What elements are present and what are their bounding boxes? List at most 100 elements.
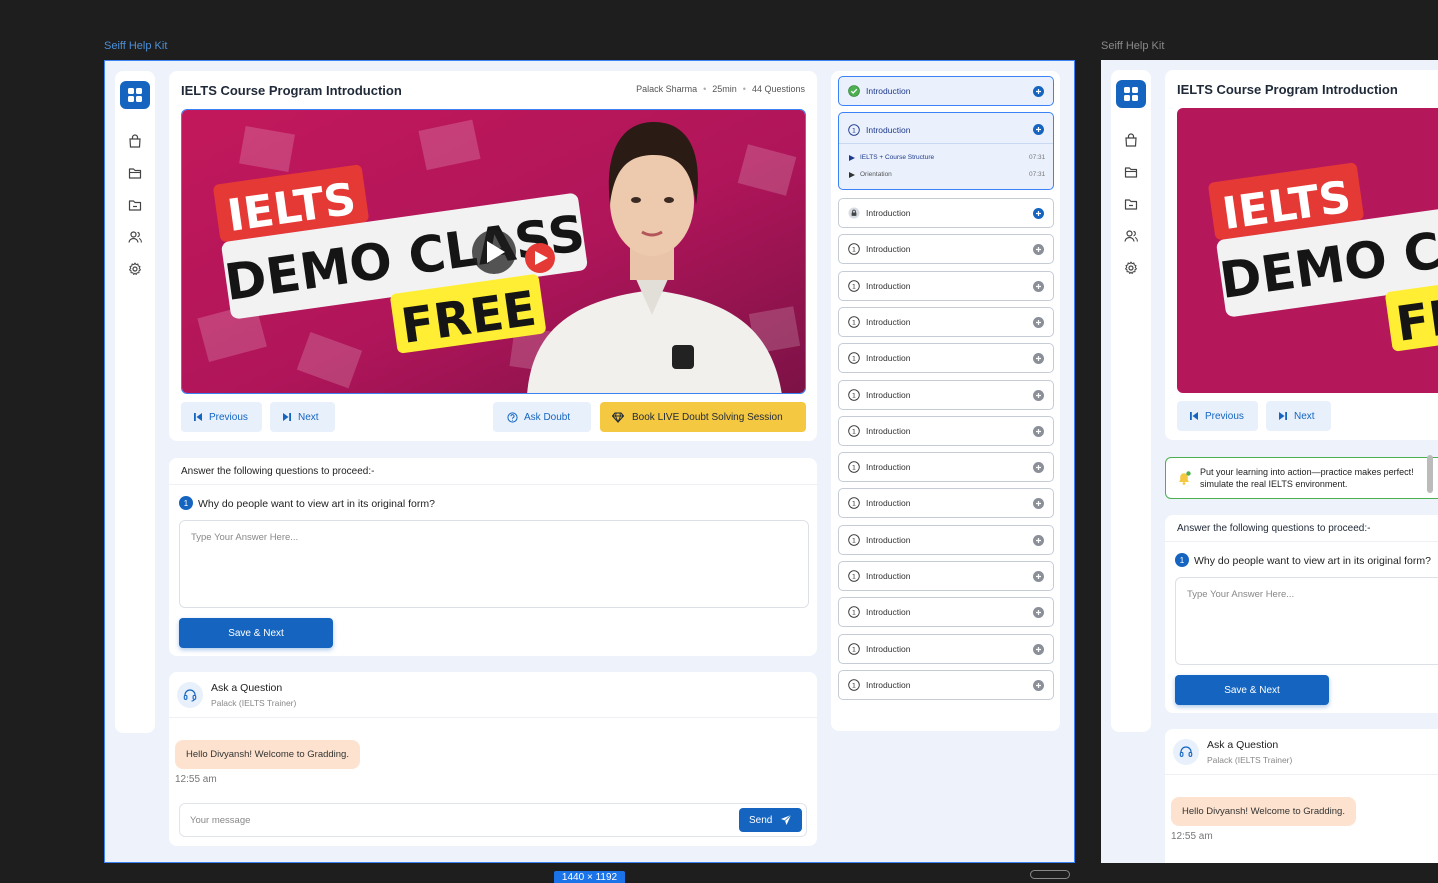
- question-text: Why do people want to view art in its or…: [1194, 555, 1431, 567]
- plus-circle-icon[interactable]: [1033, 208, 1044, 219]
- chat-title: Ask a Question: [211, 682, 283, 694]
- lesson-item[interactable]: 1 Introduction: [838, 343, 1054, 374]
- lesson-item-expanded[interactable]: 1 Introduction IELTS + Course Structure …: [838, 112, 1054, 190]
- lesson-item[interactable]: 1 Introduction: [838, 270, 1054, 301]
- plus-circle-icon[interactable]: [1033, 353, 1044, 365]
- answer-textarea[interactable]: Type Your Answer Here...: [179, 520, 809, 608]
- chat-message-bubble: Hello Divyansh! Welcome to Gradding.: [175, 740, 360, 769]
- folder-nav-button[interactable]: [1122, 163, 1140, 181]
- bag-icon: [129, 134, 141, 148]
- lesson-item[interactable]: 1 Introduction: [838, 234, 1054, 265]
- question-number-badge: 1: [1175, 553, 1189, 567]
- subitem-course-structure[interactable]: IELTS + Course Structure 07:31: [849, 154, 1045, 161]
- save-next-button[interactable]: Save & Next: [1175, 675, 1329, 705]
- users-nav-button[interactable]: [126, 228, 144, 246]
- svg-text:1: 1: [852, 318, 856, 326]
- lesson-item[interactable]: 1 Introduction: [838, 561, 1054, 591]
- users-nav-button[interactable]: [1122, 227, 1140, 245]
- svg-text:1: 1: [852, 282, 856, 290]
- dashboard-button[interactable]: [1116, 80, 1146, 108]
- quiz-prompt: Answer the following questions to procee…: [1177, 523, 1371, 534]
- plus-circle-icon[interactable]: [1033, 498, 1044, 510]
- plus-circle-icon[interactable]: [1033, 86, 1044, 97]
- chat-card: Ask a Question Palack (IELTS Trainer) He…: [169, 672, 817, 846]
- video-player[interactable]: IELTS DEMO CLASS FREE: [1177, 108, 1438, 393]
- lesson-item[interactable]: 1 Introduction: [838, 415, 1054, 446]
- skip-previous-icon: [194, 413, 202, 421]
- bag-nav-button[interactable]: [126, 132, 144, 150]
- svg-text:1: 1: [852, 463, 856, 471]
- folder-minus-nav-button[interactable]: [1122, 195, 1140, 213]
- plus-circle-icon[interactable]: [1033, 425, 1044, 437]
- lesson-item[interactable]: 1 Introduction: [838, 669, 1054, 700]
- plus-circle-icon[interactable]: [1033, 462, 1044, 474]
- folder-minus-icon: [1124, 199, 1138, 210]
- chat-subtitle: Palack (IELTS Trainer): [211, 698, 297, 708]
- folder-nav-button[interactable]: [126, 164, 144, 182]
- svg-text:1: 1: [852, 391, 856, 399]
- practice-banner: Put your learning into action—practice m…: [1165, 457, 1438, 499]
- timer-icon: 1: [848, 533, 860, 546]
- home-indicator: [1030, 870, 1070, 879]
- lesson-item[interactable]: 1 Introduction: [838, 379, 1054, 410]
- plus-circle-icon[interactable]: [1033, 124, 1044, 135]
- timer-icon: 1: [848, 316, 860, 328]
- previous-button[interactable]: Previous: [181, 402, 262, 432]
- lesson-item-completed[interactable]: Introduction: [838, 76, 1054, 106]
- svg-text:1: 1: [852, 354, 856, 362]
- plus-circle-icon[interactable]: [1033, 643, 1044, 655]
- folder-minus-nav-button[interactable]: [126, 196, 144, 214]
- lesson-item[interactable]: 1 Introduction: [838, 488, 1054, 519]
- plus-circle-icon[interactable]: [1033, 679, 1044, 691]
- send-button[interactable]: Send: [739, 808, 803, 832]
- ask-doubt-button[interactable]: Ask Doubt: [493, 402, 591, 432]
- lesson-item[interactable]: 1 Introduction: [838, 524, 1054, 555]
- plus-circle-icon[interactable]: [1033, 280, 1044, 292]
- dashboard-button[interactable]: [120, 81, 150, 109]
- next-button[interactable]: Next: [270, 402, 335, 432]
- video-thumbnail: IELTS DEMO CLASS FREE: [1177, 108, 1438, 393]
- previous-button[interactable]: Previous: [1177, 401, 1258, 431]
- settings-nav-button[interactable]: [126, 260, 144, 278]
- bag-nav-button[interactable]: [1122, 131, 1140, 149]
- scrollbar[interactable]: [1427, 455, 1433, 493]
- svg-text:1: 1: [852, 536, 856, 544]
- question-card: Answer the following questions to procee…: [169, 458, 817, 656]
- timer-icon: 1: [848, 570, 860, 582]
- svg-text:1: 1: [852, 645, 856, 653]
- banner-line1: Put your learning into action—practice m…: [1200, 467, 1414, 477]
- plus-circle-icon[interactable]: [1033, 389, 1044, 401]
- timer-icon: 1: [848, 124, 860, 136]
- plus-circle-icon[interactable]: [1033, 571, 1044, 582]
- skip-previous-icon: [1190, 412, 1198, 420]
- lesson-item[interactable]: 1 Introduction: [838, 597, 1054, 628]
- timer-icon: 1: [848, 642, 860, 655]
- timer-icon: 1: [848, 461, 860, 473]
- message-input[interactable]: Your message: [179, 803, 807, 837]
- settings-nav-button[interactable]: [1122, 259, 1140, 277]
- video-player[interactable]: IELTS DEMO CLASS FREE: [181, 109, 806, 394]
- timer-icon: 1: [848, 352, 860, 364]
- plus-circle-icon[interactable]: [1033, 244, 1044, 256]
- plus-circle-icon[interactable]: [1033, 607, 1044, 619]
- plus-circle-icon[interactable]: [1033, 534, 1044, 546]
- lesson-item[interactable]: 1 Introduction: [838, 306, 1054, 337]
- answer-textarea[interactable]: Type Your Answer Here...: [1175, 577, 1438, 665]
- folder-icon: [128, 168, 142, 179]
- book-live-session-button[interactable]: Book LIVE Doubt Solving Session: [600, 402, 806, 432]
- grid-icon: [1124, 87, 1138, 101]
- timer-icon: 1: [848, 243, 860, 256]
- plus-circle-icon[interactable]: [1033, 316, 1044, 328]
- quiz-prompt: Answer the following questions to procee…: [181, 466, 375, 477]
- subitem-orientation[interactable]: Orientation 07:31: [849, 171, 1045, 178]
- lesson-item[interactable]: 1 Introduction: [838, 452, 1054, 483]
- course-duration: 25min: [712, 84, 737, 94]
- save-next-button[interactable]: Save & Next: [179, 618, 333, 648]
- timer-icon: 1: [848, 679, 860, 691]
- lesson-item[interactable]: Introduction: [838, 198, 1054, 228]
- lesson-item[interactable]: 1 Introduction: [838, 633, 1054, 664]
- video-thumbnail: IELTS DEMO CLASS FREE: [182, 110, 805, 393]
- grid-icon: [128, 88, 142, 102]
- next-button[interactable]: Next: [1266, 401, 1331, 431]
- help-circle-icon: [507, 411, 518, 423]
